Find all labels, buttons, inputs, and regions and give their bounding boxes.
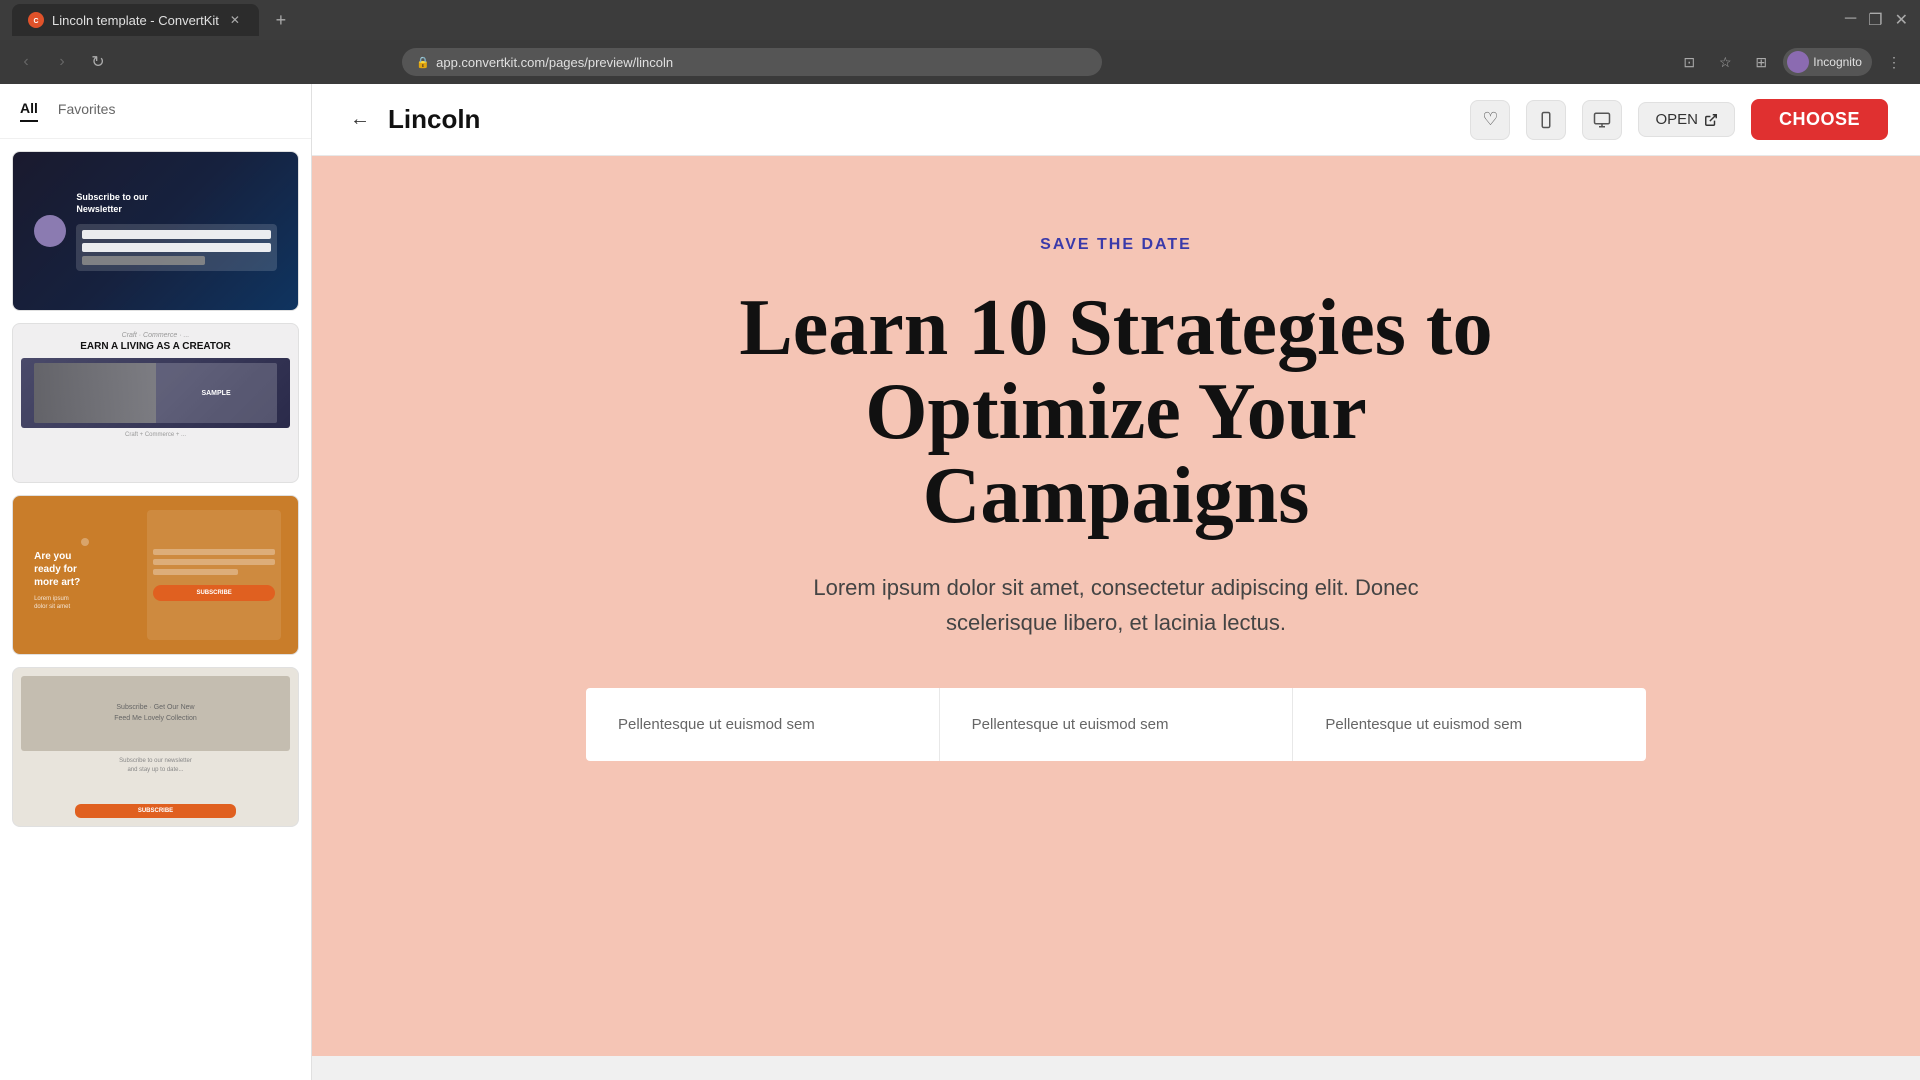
browser-titlebar: C Lincoln template - ConvertKit ✕ + ─ ❐ … [0, 0, 1920, 40]
save-date-label: SAVE THE DATE [1040, 236, 1192, 254]
preview-card-2: Pellentesque ut euismod sem [940, 688, 1294, 761]
refresh-button[interactable]: ↻ [84, 48, 112, 76]
sidebar-template-list: Subscribe to ourNewsletter Craft · Comme… [0, 139, 311, 1080]
main-area: ← Lincoln ♡ OPEN CHOOSE [312, 84, 1920, 1080]
browser-tab[interactable]: C Lincoln template - ConvertKit ✕ [12, 4, 259, 36]
close-window-button[interactable]: ✕ [1895, 10, 1908, 30]
tab-favicon: C [28, 12, 44, 28]
profile-avatar [1787, 51, 1809, 73]
profile-button[interactable]: Incognito [1783, 48, 1872, 76]
sidebar: All Favorites Subscribe to ourNewsletter [0, 84, 312, 1080]
preview-card-3-text: Pellentesque ut euismod sem [1325, 716, 1614, 733]
template-thumb-1[interactable]: Subscribe to ourNewsletter [12, 151, 299, 311]
minimize-button[interactable]: ─ [1845, 10, 1856, 30]
page-header: ← Lincoln ♡ OPEN CHOOSE [312, 84, 1920, 156]
external-link-icon [1704, 113, 1718, 127]
heart-icon: ♡ [1482, 109, 1498, 130]
address-bar[interactable]: 🔒 app.convertkit.com/pages/preview/linco… [402, 48, 1102, 76]
back-nav-button[interactable]: ‹ [12, 48, 40, 76]
svg-text:C: C [33, 18, 38, 25]
open-label: OPEN [1655, 111, 1698, 128]
window-controls: ─ ❐ ✕ [1845, 10, 1908, 30]
template-thumb-3[interactable]: Are youready formore art? Lorem ipsumdol… [12, 495, 299, 655]
preview-main-title: Learn 10 Strategies to Optimize Your Cam… [666, 286, 1566, 538]
lock-icon: 🔒 [416, 56, 430, 69]
page-title: Lincoln [388, 104, 480, 135]
choose-button[interactable]: CHOOSE [1751, 99, 1888, 140]
preview-subtitle: Lorem ipsum dolor sit amet, consectetur … [791, 570, 1441, 640]
profile-label: Incognito [1813, 55, 1862, 69]
preview-content: SAVE THE DATE Learn 10 Strategies to Opt… [312, 156, 1920, 1056]
mobile-icon [1537, 111, 1555, 129]
preview-card-2-text: Pellentesque ut euismod sem [972, 716, 1261, 733]
sidebar-tab-favorites[interactable]: Favorites [58, 101, 116, 121]
mobile-view-button[interactable] [1526, 100, 1566, 140]
more-options-icon[interactable]: ⋮ [1880, 48, 1908, 76]
template-thumb-4[interactable]: Subscribe · Get Our NewFeed Me Lovely Co… [12, 667, 299, 827]
maximize-button[interactable]: ❐ [1868, 10, 1882, 30]
back-button[interactable]: ← [344, 104, 376, 136]
toolbar-actions: ⊡ ☆ ⊞ Incognito ⋮ [1675, 48, 1908, 76]
tab-title: Lincoln template - ConvertKit [52, 13, 219, 28]
preview-cards: Pellentesque ut euismod sem Pellentesque… [586, 688, 1646, 761]
favorite-button[interactable]: ♡ [1470, 100, 1510, 140]
tab-close-button[interactable]: ✕ [227, 12, 243, 28]
preview-card-1-text: Pellentesque ut euismod sem [618, 716, 907, 733]
template-thumb-2[interactable]: Craft · Commerce · ... EARN A LIVING AS … [12, 323, 299, 483]
bookmark-icon[interactable]: ☆ [1711, 48, 1739, 76]
header-actions: ♡ OPEN CHOOSE [1470, 99, 1888, 140]
preview-card-3: Pellentesque ut euismod sem [1293, 688, 1646, 761]
new-tab-button[interactable]: + [267, 6, 295, 34]
extension-icon[interactable]: ⊞ [1747, 48, 1775, 76]
browser-toolbar: ‹ › ↻ 🔒 app.convertkit.com/pages/preview… [0, 40, 1920, 84]
open-button[interactable]: OPEN [1638, 102, 1735, 137]
browser-chrome: C Lincoln template - ConvertKit ✕ + ─ ❐ … [0, 0, 1920, 84]
sidebar-header: All Favorites [0, 84, 311, 139]
forward-nav-button[interactable]: › [48, 48, 76, 76]
desktop-view-button[interactable] [1582, 100, 1622, 140]
url-text: app.convertkit.com/pages/preview/lincoln [436, 55, 673, 70]
preview-card-1: Pellentesque ut euismod sem [586, 688, 940, 761]
cast-icon[interactable]: ⊡ [1675, 48, 1703, 76]
sidebar-tab-all[interactable]: All [20, 100, 38, 122]
app-container: All Favorites Subscribe to ourNewsletter [0, 84, 1920, 1080]
desktop-icon [1593, 111, 1611, 129]
preview-area[interactable]: SAVE THE DATE Learn 10 Strategies to Opt… [312, 156, 1920, 1080]
